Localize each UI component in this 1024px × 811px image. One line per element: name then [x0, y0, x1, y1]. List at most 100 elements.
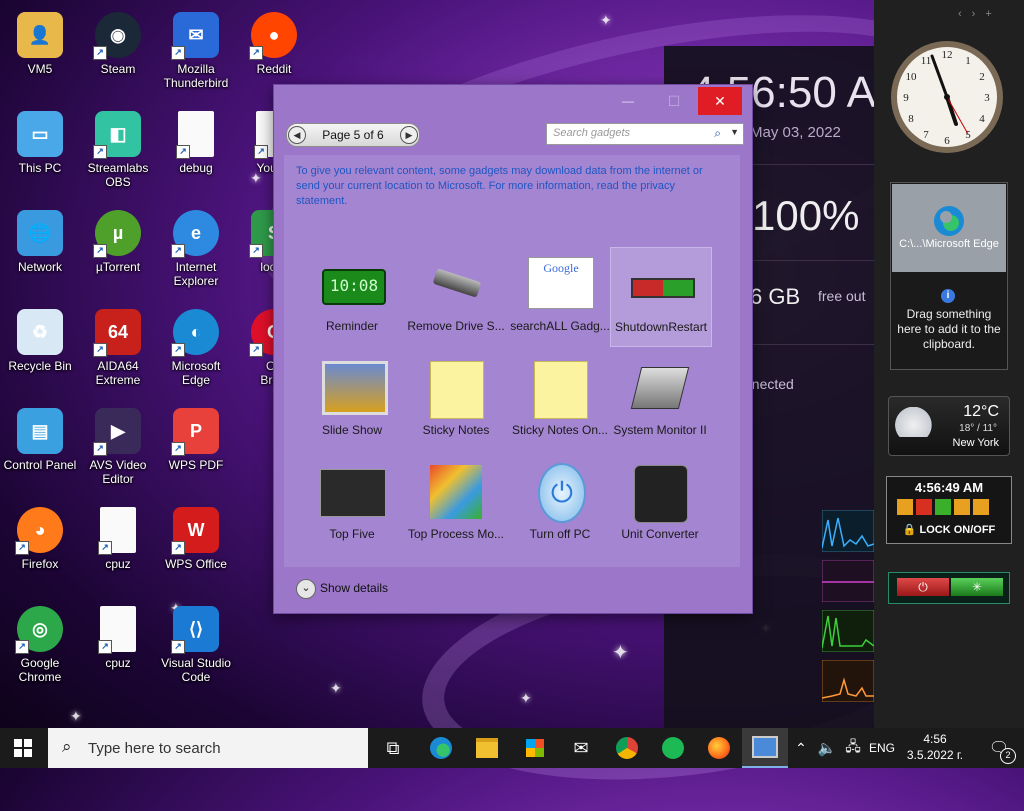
- chevron-down-icon[interactable]: ▼: [730, 127, 739, 137]
- power-button[interactable]: [916, 499, 932, 515]
- weather-gadget[interactable]: 12°C 18° / 11° New York: [888, 396, 1010, 456]
- shortcut-arrow-icon: ↗: [15, 541, 29, 555]
- desktop-icon[interactable]: ↗ cpuz: [78, 501, 158, 597]
- desktop-icon[interactable]: P ↗ WPS PDF: [156, 402, 236, 498]
- desktop-icon-label: This PC: [18, 161, 62, 175]
- clipboard-gadget[interactable]: C:\...\Microsoft Edge i Drag something h…: [890, 182, 1008, 370]
- desktop-icon[interactable]: e ↗ Internet Explorer: [156, 204, 236, 300]
- desktop-icon-label: Recycle Bin: [8, 359, 72, 373]
- start-button[interactable]: [0, 728, 46, 768]
- gadget-tile[interactable]: Slide Show: [302, 351, 402, 449]
- shortcut-arrow-icon: ↗: [93, 442, 107, 456]
- taskbar-clock[interactable]: 4:56 3.5.2022 г.: [900, 731, 970, 763]
- gadget-tile[interactable]: Top Process Mo...: [406, 455, 506, 553]
- wps-office-icon: W ↗: [171, 507, 219, 555]
- desktop-icon[interactable]: ▭ This PC: [0, 105, 80, 201]
- weather-temp: 12°C: [963, 403, 999, 420]
- svg-text:9: 9: [903, 92, 909, 104]
- gadget-gallery-window[interactable]: — ☐ ✕ ◀ Page 5 of 6 ▶ Search gadgets ⌕ ▼…: [273, 84, 753, 614]
- desktop-icon[interactable]: 👤 VM5: [0, 6, 80, 102]
- gadget-label: Top Process Mo...: [407, 527, 505, 541]
- gadget-label: Top Five: [329, 527, 375, 541]
- gadget-tile[interactable]: Sticky Notes: [406, 351, 506, 449]
- edge-icon: [934, 206, 964, 236]
- sparkle: ✦: [612, 642, 629, 664]
- volume-icon[interactable]: 🔈: [814, 728, 840, 768]
- mail-icon[interactable]: ✉: [558, 728, 604, 768]
- shutdown-button[interactable]: ⏻: [897, 578, 949, 596]
- desktop-icon-label: debug: [179, 161, 213, 175]
- spotify-icon[interactable]: [650, 728, 696, 768]
- shortcut-arrow-icon: ↗: [171, 46, 185, 60]
- desktop-icon[interactable]: ◐ ↗ Microsoft Edge: [156, 303, 236, 399]
- desktop-icon[interactable]: ◕ ↗ Firefox: [0, 501, 80, 597]
- shutdown-restart-gadget[interactable]: ⏻ ✳: [888, 572, 1010, 604]
- notification-center-button[interactable]: 🗨 2: [976, 728, 1022, 768]
- desktop-icon[interactable]: ◧ ↗ Streamlabs OBS: [78, 105, 158, 201]
- desktop-icon[interactable]: W ↗ WPS Office: [156, 501, 236, 597]
- gadget-label: ShutdownRestart: [614, 320, 708, 334]
- desktop-icon[interactable]: ↗ debug: [156, 105, 236, 201]
- analog-clock-icon[interactable]: 12 123 4567 891011: [888, 38, 1006, 156]
- restart-button[interactable]: ✳: [951, 578, 1003, 596]
- sidebar-nav: ‹›+: [958, 8, 1002, 20]
- shutdown-restart-icon: [629, 258, 695, 314]
- gadget-label: Sticky Notes: [422, 423, 490, 437]
- firefox-taskbar-icon[interactable]: [696, 728, 742, 768]
- desktop-icon-label: Network: [17, 260, 62, 274]
- chevron-up-icon[interactable]: ⌃: [788, 728, 814, 768]
- close-button[interactable]: ✕: [698, 87, 742, 115]
- shortcut-arrow-icon: ↗: [171, 244, 185, 258]
- gadget-tile[interactable]: Remove Drive S...: [406, 247, 506, 345]
- desktop-icon[interactable]: ◎ ↗ Google Chrome: [0, 600, 80, 696]
- moon-button[interactable]: [897, 499, 913, 515]
- taskbar: ⌕ Type here to search ⧉ ✉ ⌃ 🔈 🖧 ENG 4:56…: [0, 728, 1024, 768]
- desktop-icon-label: Reddit: [256, 62, 292, 76]
- taskbar-search-box[interactable]: ⌕ Type here to search: [48, 728, 368, 768]
- gadget-tile[interactable]: Top Five: [302, 455, 402, 553]
- desktop-icon[interactable]: ♻ Recycle Bin: [0, 303, 80, 399]
- gadget-tile[interactable]: Google searchALL Gadg...: [510, 247, 610, 345]
- store-icon[interactable]: [512, 728, 558, 768]
- show-details-toggle[interactable]: ⌄ Show details: [296, 579, 388, 599]
- network-icon[interactable]: 🖧: [840, 728, 866, 768]
- desktop-icon-label: Google Chrome: [18, 656, 62, 684]
- desktop-icon[interactable]: 🌐 Network: [0, 204, 80, 300]
- desktop-icon[interactable]: ▤ Control Panel: [0, 402, 80, 498]
- lock-gadget[interactable]: 4:56:49 AM 🔒 LOCK ON/OFF: [886, 476, 1012, 544]
- logoff-button[interactable]: [973, 499, 989, 515]
- desktop-icon[interactable]: ✉ ↗ Mozilla Thunderbird: [156, 6, 236, 102]
- search-gadgets-input[interactable]: Search gadgets ⌕ ▼: [546, 123, 744, 145]
- task-view-button[interactable]: ⧉: [370, 728, 416, 768]
- search-icon[interactable]: ⌕: [714, 126, 721, 141]
- lock-buttons: [897, 499, 989, 518]
- next-page-button[interactable]: ▶: [400, 126, 418, 144]
- language-indicator[interactable]: ENG: [866, 728, 898, 768]
- gadget-tile[interactable]: Sticky Notes On...: [510, 351, 610, 449]
- chrome-taskbar-icon[interactable]: [604, 728, 650, 768]
- desktop-icon[interactable]: ⟨⟩ ↗ Visual Studio Code: [156, 600, 236, 696]
- gadget-tile[interactable]: ShutdownRestart: [610, 247, 712, 347]
- gadget-tile[interactable]: 10:08 Reminder: [302, 247, 402, 345]
- gadget-tile[interactable]: Unit Converter: [610, 455, 710, 553]
- gadgets-taskbar-icon[interactable]: [742, 728, 788, 768]
- gadget-tile[interactable]: System Monitor II: [610, 351, 710, 449]
- maximize-button[interactable]: ☐: [652, 87, 696, 115]
- clipboard-item[interactable]: C:\...\Microsoft Edge: [892, 184, 1006, 272]
- sparkle: ✦: [70, 708, 82, 724]
- key-button[interactable]: [954, 499, 970, 515]
- desktop-icon[interactable]: µ ↗ µTorrent: [78, 204, 158, 300]
- gadget-tile[interactable]: ⏻ Turn off PC: [510, 455, 610, 553]
- privacy-notice[interactable]: To give you relevant content, some gadge…: [296, 164, 716, 209]
- lock-label[interactable]: 🔒 LOCK ON/OFF: [887, 523, 1011, 536]
- desktop-icon-label: Internet Explorer: [173, 260, 219, 288]
- restart-button[interactable]: [935, 499, 951, 515]
- edge-taskbar-icon[interactable]: [418, 728, 464, 768]
- gadget-label: Unit Converter: [621, 527, 699, 541]
- desktop-icon[interactable]: ◉ ↗ Steam: [78, 6, 158, 102]
- minimize-button[interactable]: —: [606, 87, 650, 115]
- desktop-icon[interactable]: 64 ↗ AIDA64 Extreme: [78, 303, 158, 399]
- desktop-icon[interactable]: ↗ cpuz: [78, 600, 158, 696]
- desktop-icon[interactable]: ▶ ↗ AVS Video Editor: [78, 402, 158, 498]
- file-explorer-icon[interactable]: [464, 728, 510, 768]
